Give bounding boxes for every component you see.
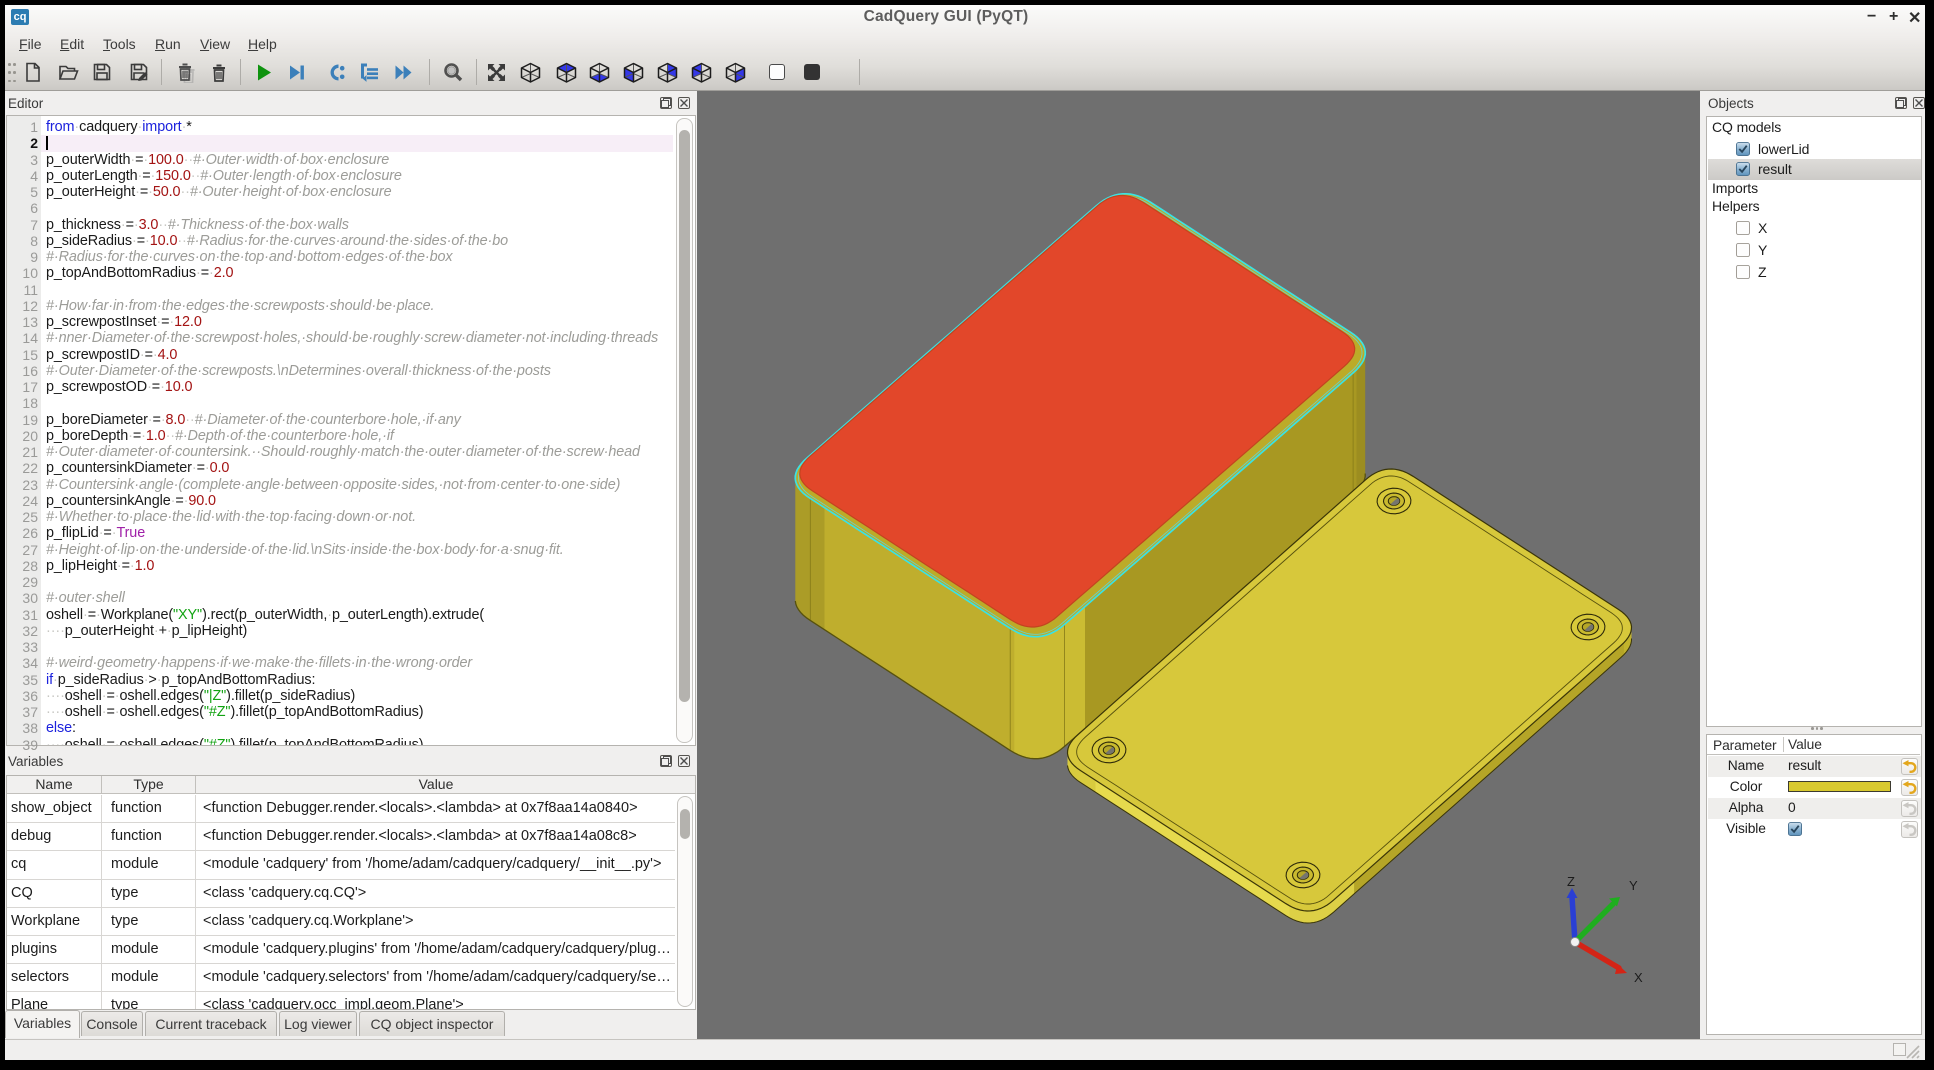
svg-text:X: X — [1634, 970, 1643, 985]
svg-text:Z: Z — [1567, 874, 1575, 889]
svg-text:Y: Y — [1629, 878, 1638, 893]
